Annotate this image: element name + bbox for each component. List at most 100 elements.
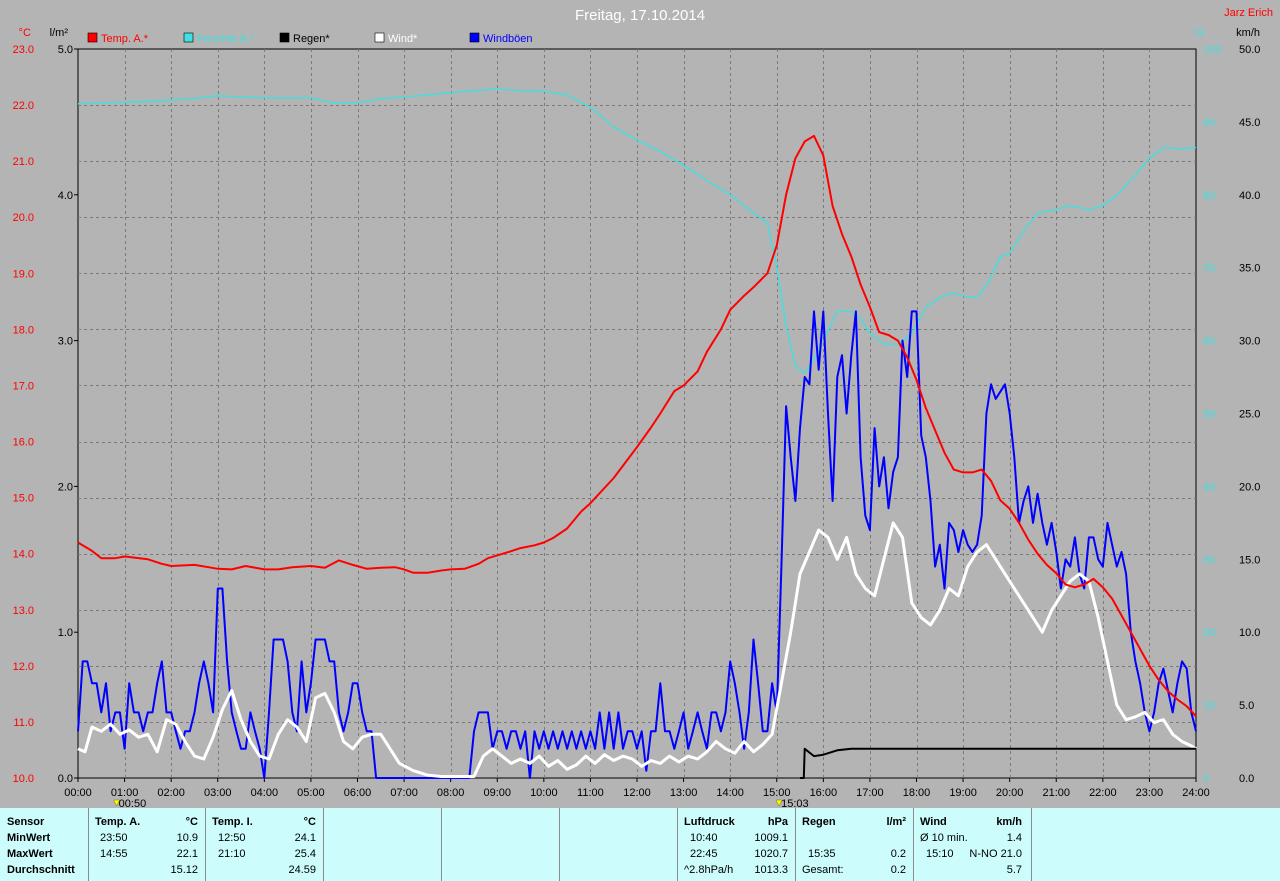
x-tick-label: 19:00 [949,787,977,799]
x-tick-label: 16:00 [810,787,838,799]
marker-label: 00:50 [119,798,147,808]
wind-tick-label: 25.0 [1239,409,1260,421]
temp-tick-label: 11.0 [13,717,34,729]
temp-tick-label: 18.0 [13,324,34,336]
humidity-tick-label: 80 [1203,190,1215,202]
time-marker: 15:03 [775,798,809,808]
rain-tick-label: 5.0 [58,44,73,56]
temp-i-avg-value: 24.59 [288,864,316,876]
x-tick-label: 18:00 [903,787,931,799]
rain-max-time: 15:35 [808,848,836,860]
humidity-tick-label: 0 [1203,773,1209,785]
weather-chart: Freitag, 17.10.2014 Jarz Erich °C l/m²% km/h… [13,7,1273,808]
chart-author: Jarz Erich [1224,7,1273,19]
humidity-tick-label: 60 [1203,336,1215,348]
x-tick-label: 06:00 [344,787,372,799]
legend-swatch [279,32,290,43]
temp-tick-label: 10.0 [13,773,34,785]
rain-axis-unit: l/m² [50,27,69,39]
temp-i-unit: °C [303,816,316,828]
x-tick-label: 00:00 [64,787,92,799]
row-label-avg: Durchschnitt [7,864,75,876]
x-tick-label: 03:00 [204,787,232,799]
legend: Temp. A.* Feuchte A.* Regen* Wind* Windböen [87,32,533,45]
legend-label: Temp. A.* [101,33,149,45]
row-label-min: MinWert [7,832,51,844]
humidity-tick-label: 30 [1203,554,1215,566]
wind-tick-label: 45.0 [1239,117,1260,129]
x-tick-label: 04:00 [251,787,279,799]
temp-i-header: Temp. I. [212,816,253,828]
x-tick-label: 02:00 [157,787,185,799]
x-tick-label: 23:00 [1136,787,1164,799]
rain-header: Regen [802,816,836,828]
humidity-tick-label: 10 [1203,700,1215,712]
x-tick-label: 05:00 [297,787,325,799]
x-tick-label: 22:00 [1089,787,1117,799]
wind-avg10-label: Ø 10 min. [920,832,968,844]
wind-tick-label: 10.0 [1239,627,1260,639]
x-tick-label: 24:00 [1182,787,1210,799]
humidity-tick-label: 70 [1203,263,1215,275]
pressure-min-time: 10:40 [690,832,718,844]
row-label-max: MaxWert [7,848,53,860]
wind-avg-value: 5.7 [1006,864,1022,876]
temp-a-max-time: 14:55 [100,848,128,860]
legend-item: Temp. A.* [87,32,149,45]
x-tick-label: 14:00 [716,787,744,799]
chart-title: Freitag, 17.10.2014 [575,7,705,24]
legend-swatch [374,32,385,43]
temp-tick-label: 21.0 [13,156,34,168]
x-tick-label: 21:00 [1042,787,1070,799]
temp-tick-label: 16.0 [13,437,34,449]
wind-axis-unit: km/h [1236,27,1260,39]
x-tick-label: 17:00 [856,787,884,799]
wind-tick-label: 30.0 [1239,336,1260,348]
temp-tick-label: 22.0 [13,100,34,112]
wind-tick-label: 50.0 [1239,44,1260,56]
temp-a-header: Temp. A. [95,816,141,828]
humidity-tick-label: 50 [1203,409,1215,421]
legend-item: Feuchte A.* [183,32,255,45]
rain-total-label: Gesamt: [802,864,844,876]
temp-tick-label: 13.0 [13,605,34,617]
rain-tick-label: 0.0 [58,773,73,785]
temp-tick-label: 12.0 [13,661,34,673]
temp-axis-unit: °C [19,27,31,39]
rain-tick-label: 1.0 [58,627,73,639]
legend-item: Windböen [469,32,533,45]
temp-tick-label: 19.0 [13,268,34,280]
humidity-axis-unit: % [1194,27,1204,39]
rain-tick-label: 4.0 [58,190,73,202]
wind-tick-label: 15.0 [1239,554,1260,566]
statistics-table: Sensor MinWert MaxWert Durchschnitt Temp… [0,808,1280,881]
x-tick-label: 10:00 [530,787,558,799]
humidity-tick-label: 20 [1203,627,1215,639]
pressure-min-value: 1009.1 [754,832,788,844]
pressure-max-value: 1020.7 [754,848,788,860]
wind-tick-label: 40.0 [1239,190,1260,202]
temp-a-unit: °C [185,816,198,828]
humidity-tick-label: 100 [1203,44,1221,56]
temp-i-min-value: 24.1 [294,832,316,844]
temp-a-min-time: 23:50 [100,832,128,844]
humidity-tick-label: 40 [1203,481,1215,493]
temp-tick-label: 17.0 [13,380,34,392]
temp-i-max-value: 25.4 [294,848,316,860]
temp-a-min-value: 10.9 [176,832,198,844]
marker-label: 15:03 [781,798,809,808]
legend-label: Windböen [483,33,533,45]
pressure-trend: ^2.8hPa/h [684,864,734,876]
rain-tick-label: 3.0 [58,336,73,348]
rain-total-value: 0.2 [890,864,906,876]
pressure-header: Luftdruck [684,816,735,828]
pressure-max-time: 22:45 [690,848,718,860]
temp-tick-label: 20.0 [13,212,34,224]
sensor-header: Sensor [7,816,45,828]
legend-swatch [183,32,194,43]
time-marker: 00:50 [113,798,147,808]
wind-avg10-value: 1.4 [1006,832,1022,844]
legend-label: Regen* [293,33,330,45]
wind-max-value: N-NO 21.0 [969,848,1022,860]
wind-unit: km/h [996,816,1022,828]
